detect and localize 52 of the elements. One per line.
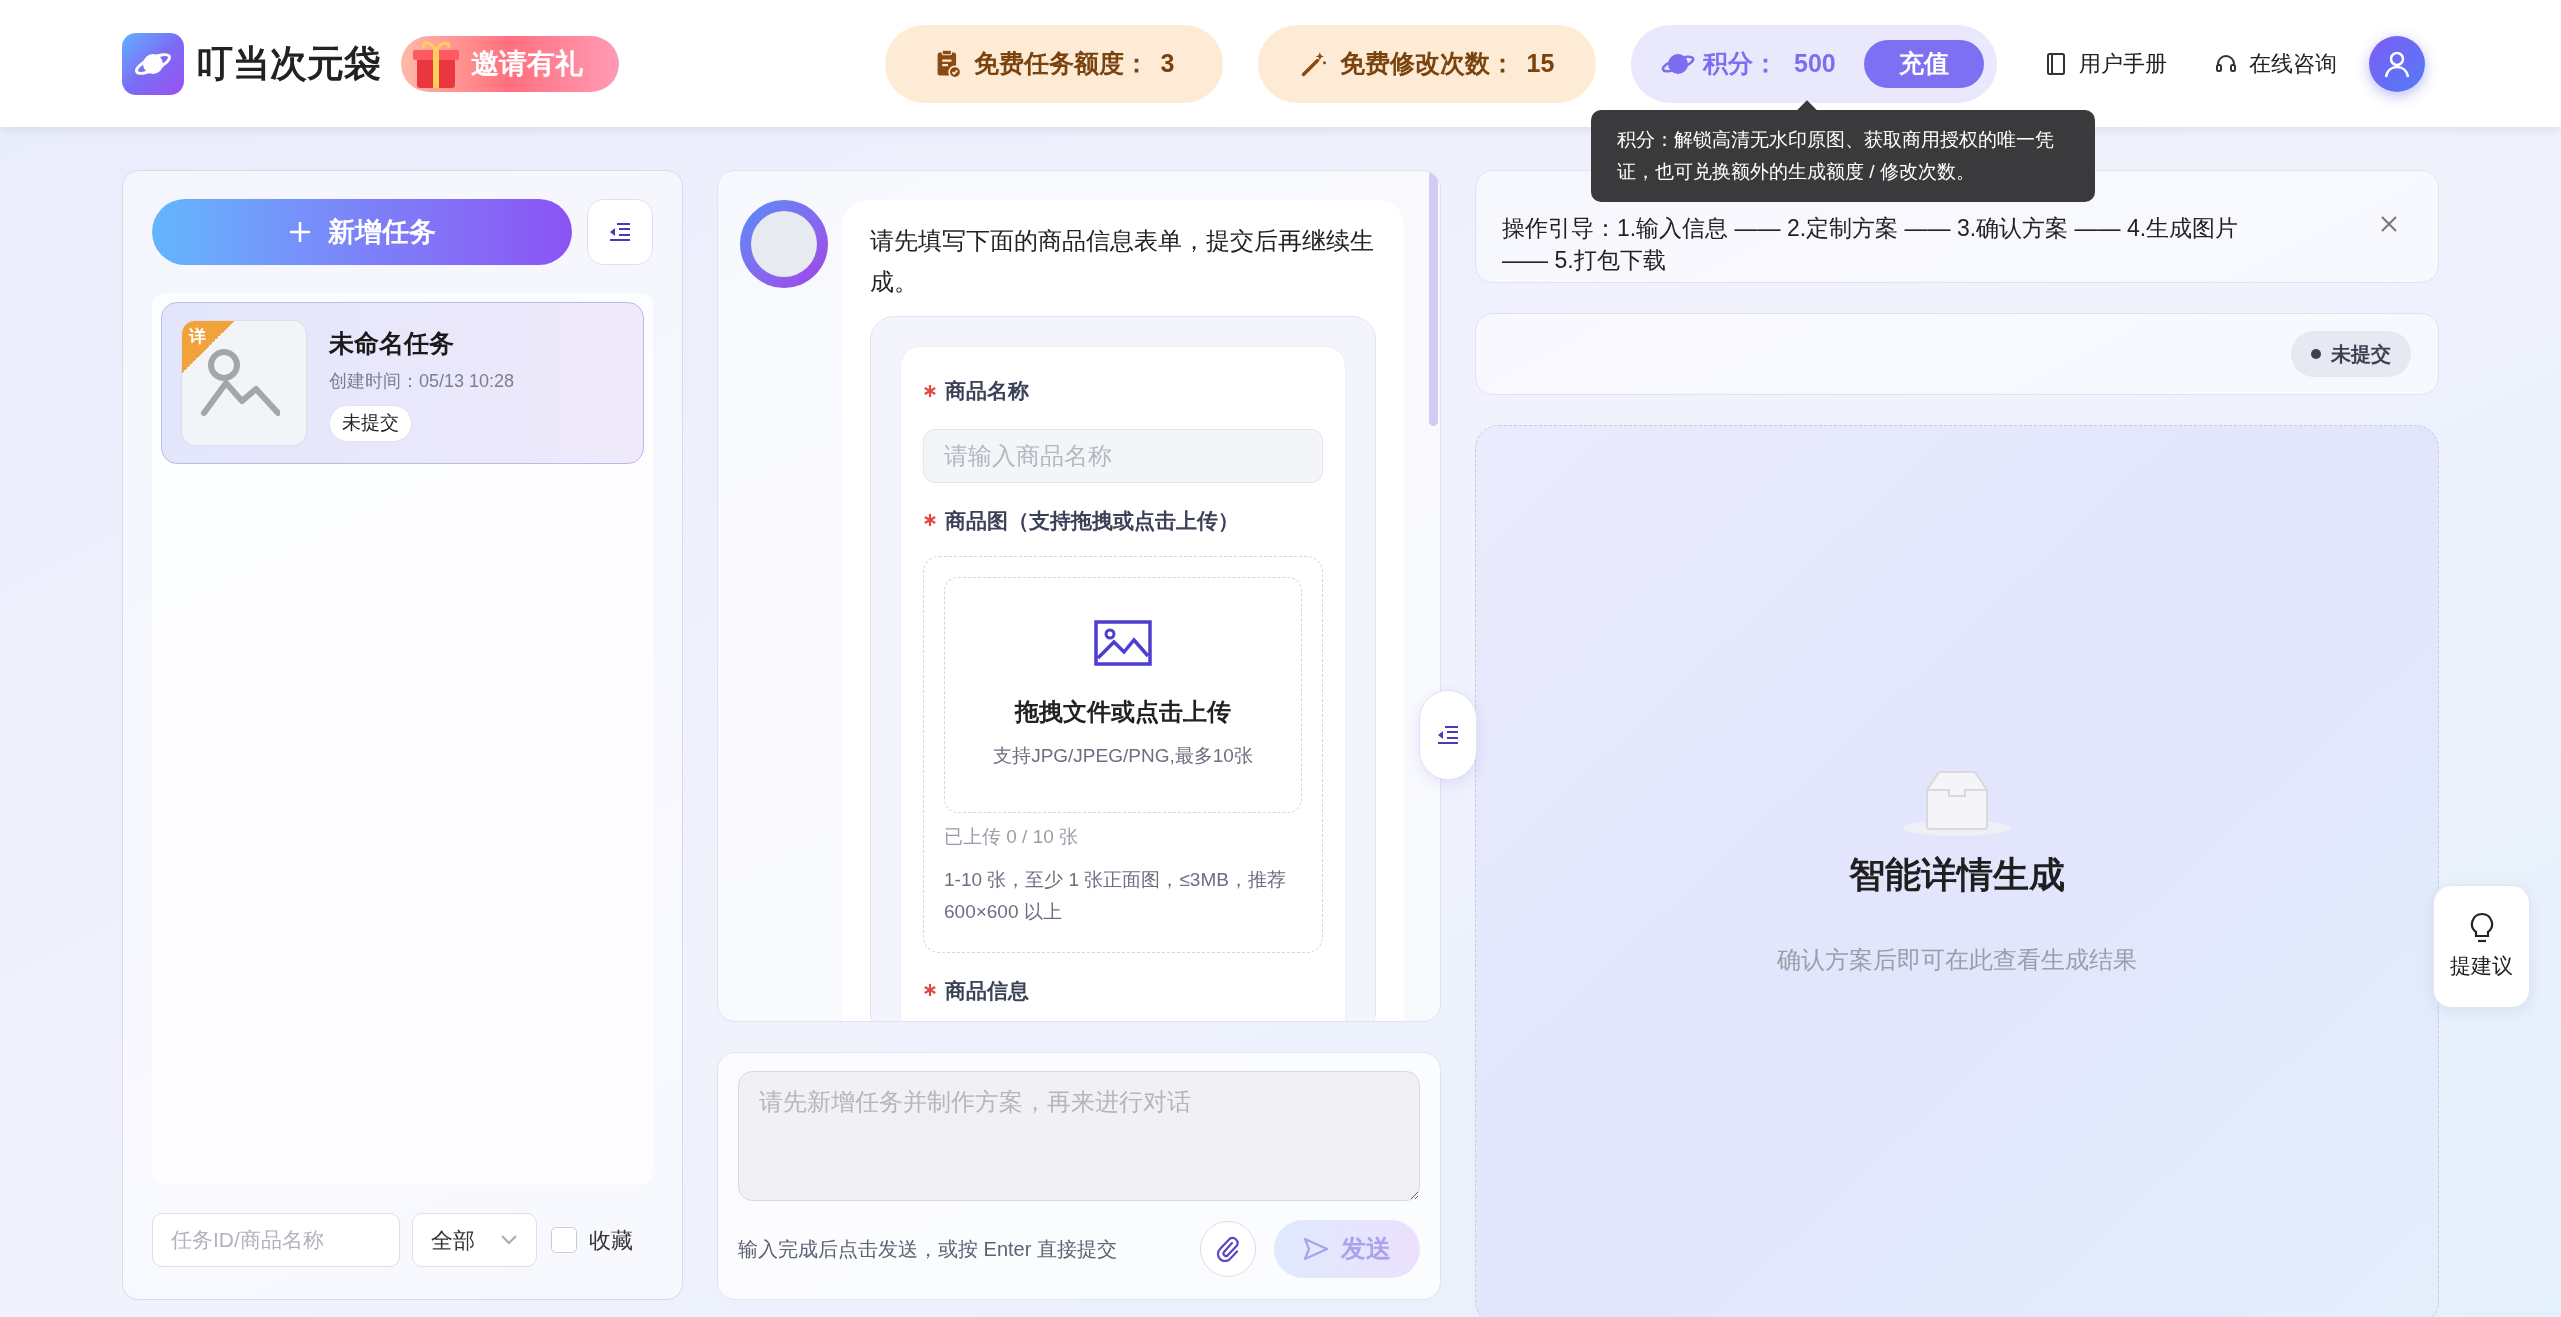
guide-text: 操作引导：1.输入信息 —— 2.定制方案 —— 3.确认方案 —— 4.生成图片 —— 5.打包下载	[1502, 214, 2240, 275]
composer-hint: 输入完成后点击发送，或按 Enter 直接提交	[738, 1237, 1117, 1262]
collapse-chat-button[interactable]	[1419, 690, 1477, 780]
points-label: 积分：	[1703, 47, 1778, 79]
field-label: 商品名称	[945, 378, 1029, 404]
send-icon	[1303, 1237, 1329, 1261]
upload-hint: 支持JPG/JPEG/PNG,最多10张	[993, 743, 1253, 768]
logo-icon	[122, 32, 184, 95]
header-link[interactable]: 用户手册	[2045, 47, 2167, 80]
upload-count: 已上传 0 / 10 张	[944, 825, 1080, 849]
book-icon	[2045, 51, 2067, 76]
search-field[interactable]: 任务ID/商品名称	[152, 1213, 400, 1267]
plus-icon	[288, 220, 313, 244]
result-title: 智能详情生成	[1849, 853, 2065, 897]
quota-value: 15	[1526, 47, 1555, 79]
upload-title: 拖拽文件或点击上传	[1015, 696, 1231, 727]
field-label: 商品信息	[945, 977, 1029, 1004]
chevron-down-icon	[500, 1234, 518, 1246]
tooltip-text: 积分：解锁高清无水印原图、获取商用授权的唯一凭证，也可兑换额外的生成额度 / 修改次数。	[1617, 128, 2055, 184]
filter-dropdown[interactable]: 全部	[412, 1213, 537, 1267]
field-label: 商品图（支持拖拽或点击上传）	[945, 507, 1239, 534]
upload-dropzone[interactable]: 拖拽文件或点击上传 支持JPG/JPEG/PNG,最多10张	[944, 577, 1302, 813]
recharge-button[interactable]: 充值	[1864, 39, 1984, 88]
quota-value: 3	[1160, 47, 1175, 79]
favorite-label: 收藏	[589, 1226, 633, 1255]
paperclip-icon	[1216, 1236, 1240, 1262]
status-badge: 未提交	[2291, 331, 2411, 377]
message-text: 请先填写下面的商品信息表单，提交后再继续生成。	[870, 226, 1375, 297]
suggest-button[interactable]: 提建议	[2433, 885, 2530, 1008]
outdent-icon	[608, 222, 633, 242]
result-subtitle: 确认方案后即可在此查看生成结果	[1777, 945, 2137, 975]
user-avatar[interactable]	[2369, 35, 2425, 92]
points-value: 500	[1794, 47, 1836, 79]
task-title: 未命名任务	[329, 327, 455, 359]
header-link[interactable]: 在线咨询	[2215, 47, 2337, 80]
outdent-icon	[1436, 725, 1460, 745]
corner-badge: 详	[182, 321, 234, 373]
collapse-list-button[interactable]	[587, 199, 653, 265]
favorite-checkbox[interactable]	[551, 1227, 577, 1253]
task-created-time: 创建时间：05/13 10:28	[329, 370, 515, 393]
app-name: 叮当次元袋	[196, 45, 381, 82]
quota-label: 免费任务额度：	[973, 47, 1149, 79]
attach-button[interactable]	[1200, 1221, 1256, 1277]
product-name-field[interactable]: 请输入商品名称	[923, 428, 1323, 483]
upload-note: 1-10 张，至少 1 张正面图，≤3MB，推荐 600×600 以上	[944, 867, 1287, 924]
quota-label: 免费修改次数：	[1339, 47, 1515, 79]
headset-icon	[2215, 52, 2237, 75]
task-card[interactable]: 详 未命名任务 创建时间：05/13 10:28 未提交	[161, 302, 644, 464]
lightbulb-icon	[2468, 911, 2495, 944]
close-icon[interactable]	[2380, 214, 2398, 233]
status-tag: 未提交	[329, 405, 412, 442]
image-icon	[1094, 619, 1152, 666]
